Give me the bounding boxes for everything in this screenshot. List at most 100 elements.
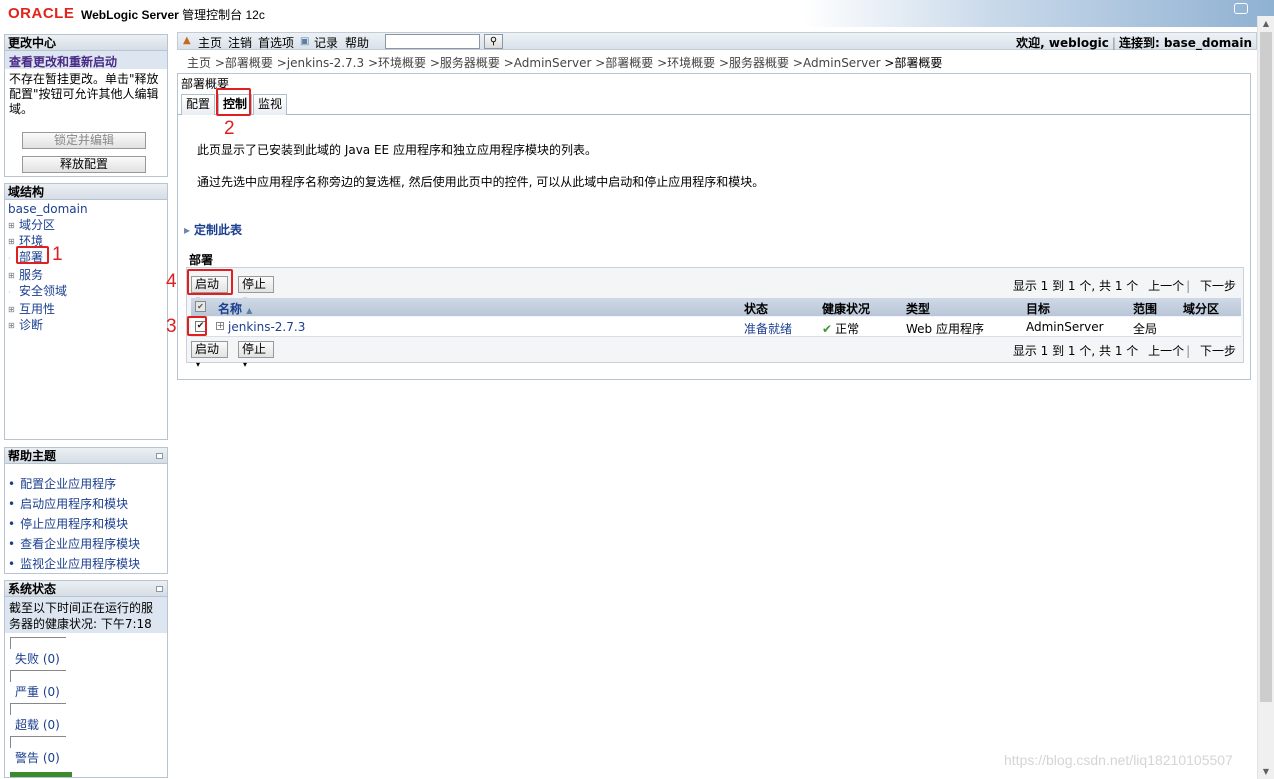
breadcrumb-link[interactable]: >环境概要 bbox=[368, 56, 426, 70]
vertical-scrollbar[interactable]: ▲ ▼ bbox=[1257, 16, 1274, 779]
nav-help[interactable]: 帮助 bbox=[345, 34, 369, 51]
col-target[interactable]: 目标 bbox=[1026, 300, 1050, 317]
select-all-checkbox[interactable]: ✔ bbox=[195, 301, 206, 312]
customize-table-link[interactable]: 定制此表 bbox=[184, 221, 242, 238]
system-status-description: 截至以下时间正在运行的服务器的健康状况: 下午7:18 bbox=[5, 597, 167, 633]
status-bar bbox=[10, 703, 66, 715]
breadcrumb-link[interactable]: >AdminServer bbox=[504, 56, 592, 70]
help-link[interactable]: 监视企业应用程序模块 bbox=[5, 554, 167, 574]
status-bar bbox=[10, 670, 66, 682]
help-link[interactable]: 启动应用程序和模块 bbox=[5, 494, 167, 514]
tree-item-diagnostics[interactable]: ⊞ 诊断 bbox=[8, 317, 164, 333]
stop-dropdown-button[interactable]: 停止▾ bbox=[238, 276, 274, 304]
breadcrumb-link[interactable]: >AdminServer bbox=[793, 56, 881, 70]
pager-info: 显示 1 到 1 个, 共 1 个 bbox=[1012, 344, 1139, 358]
connected-text: 连接到: base_domain bbox=[1118, 36, 1252, 50]
nav-preferences[interactable]: 首选项 bbox=[258, 34, 294, 51]
app-name-link[interactable]: jenkins-2.7.3 bbox=[228, 320, 305, 334]
breadcrumb-link[interactable]: >服务器概要 bbox=[719, 56, 789, 70]
app-type: Web 应用程序 bbox=[906, 322, 984, 336]
expand-icon[interactable]: ⊞ bbox=[8, 268, 16, 280]
breadcrumb-link[interactable]: >服务器概要 bbox=[430, 56, 500, 70]
pager-top: 显示 1 到 1 个, 共 1 个 上一个 | 下一步 bbox=[1013, 277, 1236, 294]
nav-record[interactable]: 记录 bbox=[314, 34, 338, 51]
pager-info: 显示 1 到 1 个, 共 1 个 bbox=[1012, 279, 1139, 293]
collapse-icon[interactable] bbox=[156, 586, 163, 592]
breadcrumb-link[interactable]: >jenkins-2.7.3 bbox=[277, 56, 364, 70]
deployments-table: 启动▾ 停止▾ 显示 1 到 1 个, 共 1 个 上一个| 下一步 ✔ 名称 … bbox=[186, 267, 1244, 369]
breadcrumb-link[interactable]: >环境概要 bbox=[657, 56, 715, 70]
status-row-failed: 失败 (0) bbox=[5, 633, 167, 666]
col-type[interactable]: 类型 bbox=[906, 300, 930, 317]
expand-icon[interactable]: + bbox=[216, 322, 224, 330]
tree-item-services[interactable]: ⊞ 服务 bbox=[8, 267, 164, 283]
status-link[interactable]: 超载 (0) bbox=[15, 716, 60, 733]
start-dropdown-button-bottom[interactable]: 启动 ▾ bbox=[191, 341, 228, 369]
record-icon[interactable]: ▣ bbox=[300, 36, 309, 47]
help-link[interactable]: 配置企业应用程序 bbox=[5, 474, 167, 494]
pager-prev[interactable]: 上一个 bbox=[1148, 279, 1184, 293]
pager-next[interactable]: 下一步 bbox=[1200, 344, 1236, 358]
help-link[interactable]: 查看企业应用程序模块 bbox=[5, 534, 167, 554]
pager-next[interactable]: 下一步 bbox=[1200, 279, 1236, 293]
tree-leaf-icon: · bbox=[8, 288, 11, 297]
separator: | bbox=[1186, 344, 1191, 358]
help-link[interactable]: 停止应用程序和模块 bbox=[5, 514, 167, 534]
annotation-box-checkbox bbox=[187, 316, 207, 336]
nav-home[interactable]: 主页 bbox=[198, 34, 222, 51]
tree-item-label: 安全领域 bbox=[19, 284, 68, 298]
deployments-summary-frame: 部署概要 配置 控制 监视 此页显示了已安装到此域的 Java EE 应用程序和… bbox=[177, 73, 1251, 380]
search-icon[interactable]: ⚲ bbox=[484, 34, 503, 49]
breadcrumb-link[interactable]: 主页 bbox=[187, 56, 211, 70]
search-input[interactable] bbox=[385, 34, 480, 49]
help-topics-panel: 帮助主题 配置企业应用程序 启动应用程序和模块 停止应用程序和模块 查看企业应用… bbox=[4, 447, 168, 574]
app-state[interactable]: 准备就绪 bbox=[744, 320, 792, 337]
breadcrumb: 主页 >部署概要 >jenkins-2.7.3 >环境概要 >服务器概要 >Ad… bbox=[187, 54, 942, 71]
lock-and-edit-button[interactable]: 锁定并编辑 bbox=[22, 132, 146, 149]
domain-tree: base_domain ⊞ 域分区 ⊞ 环境 · 部署 ⊞ 服务 · 安全领域 ⊞ 互用性 … bbox=[5, 200, 167, 334]
separator: | bbox=[1111, 36, 1116, 50]
breadcrumb-link[interactable]: >部署概要 bbox=[595, 56, 653, 70]
annotation-number: 3 bbox=[166, 316, 177, 337]
expand-icon[interactable]: ⊞ bbox=[8, 318, 16, 330]
col-name[interactable]: 名称 ▲ bbox=[218, 300, 252, 317]
home-icon[interactable]: ▲ bbox=[183, 36, 193, 46]
tree-root-base-domain[interactable]: base_domain bbox=[8, 201, 164, 217]
stop-dropdown-button-bottom[interactable]: 停止 ▾ bbox=[238, 341, 274, 369]
annotation-box-control-tab bbox=[216, 88, 251, 116]
tree-item-interoperability[interactable]: ⊞ 互用性 bbox=[8, 301, 164, 317]
instruction-text: 通过先选中应用程序名称旁边的复选框, 然后使用此页中的控件, 可以从此域中启动和… bbox=[197, 175, 765, 189]
deployments-table-title: 部署 bbox=[189, 253, 214, 267]
status-link[interactable]: 严重 (0) bbox=[15, 683, 60, 700]
expand-icon[interactable]: ⊞ bbox=[8, 302, 16, 314]
change-center-message: 不存在暂挂更改。单击"释放配置"按钮可允许其他人编辑域。 bbox=[9, 72, 159, 116]
tree-item-partitions[interactable]: ⊞ 域分区 bbox=[8, 217, 164, 233]
window-icon[interactable] bbox=[1234, 3, 1248, 14]
col-state[interactable]: 状态 bbox=[744, 300, 768, 317]
status-link[interactable]: 警告 (0) bbox=[15, 749, 60, 766]
scroll-down-icon[interactable]: ▼ bbox=[1258, 764, 1274, 779]
collapse-icon[interactable] bbox=[156, 453, 163, 459]
chevron-down-icon: ▾ bbox=[196, 360, 201, 369]
nav-logout[interactable]: 注销 bbox=[228, 34, 252, 51]
view-changes-link[interactable]: 查看更改和重新启动 bbox=[5, 51, 167, 69]
release-config-button[interactable]: 释放配置 bbox=[22, 156, 146, 173]
tree-leaf-icon: · bbox=[8, 254, 11, 263]
col-health[interactable]: 健康状况 bbox=[822, 300, 870, 317]
col-scope[interactable]: 范围 bbox=[1133, 300, 1157, 317]
col-partition[interactable]: 域分区 bbox=[1183, 300, 1219, 317]
scroll-thumb[interactable] bbox=[1260, 32, 1272, 702]
status-row-warning: 警告 (0) bbox=[5, 732, 167, 765]
app-health: ✔ 正常 bbox=[822, 320, 859, 337]
tab-configuration[interactable]: 配置 bbox=[181, 94, 216, 115]
tab-monitoring[interactable]: 监视 bbox=[253, 94, 288, 115]
status-link[interactable]: 失败 (0) bbox=[15, 650, 60, 667]
pager-prev[interactable]: 上一个 bbox=[1148, 344, 1184, 358]
expand-icon[interactable]: ⊞ bbox=[8, 218, 16, 230]
tree-item-security-realms[interactable]: · 安全领域 bbox=[8, 283, 164, 301]
status-bar bbox=[10, 736, 66, 748]
button-label: 停止 bbox=[242, 277, 267, 291]
expand-icon[interactable]: ⊞ bbox=[8, 234, 16, 246]
breadcrumb-link[interactable]: >部署概要 bbox=[215, 56, 273, 70]
scroll-up-icon[interactable]: ▲ bbox=[1258, 16, 1274, 31]
